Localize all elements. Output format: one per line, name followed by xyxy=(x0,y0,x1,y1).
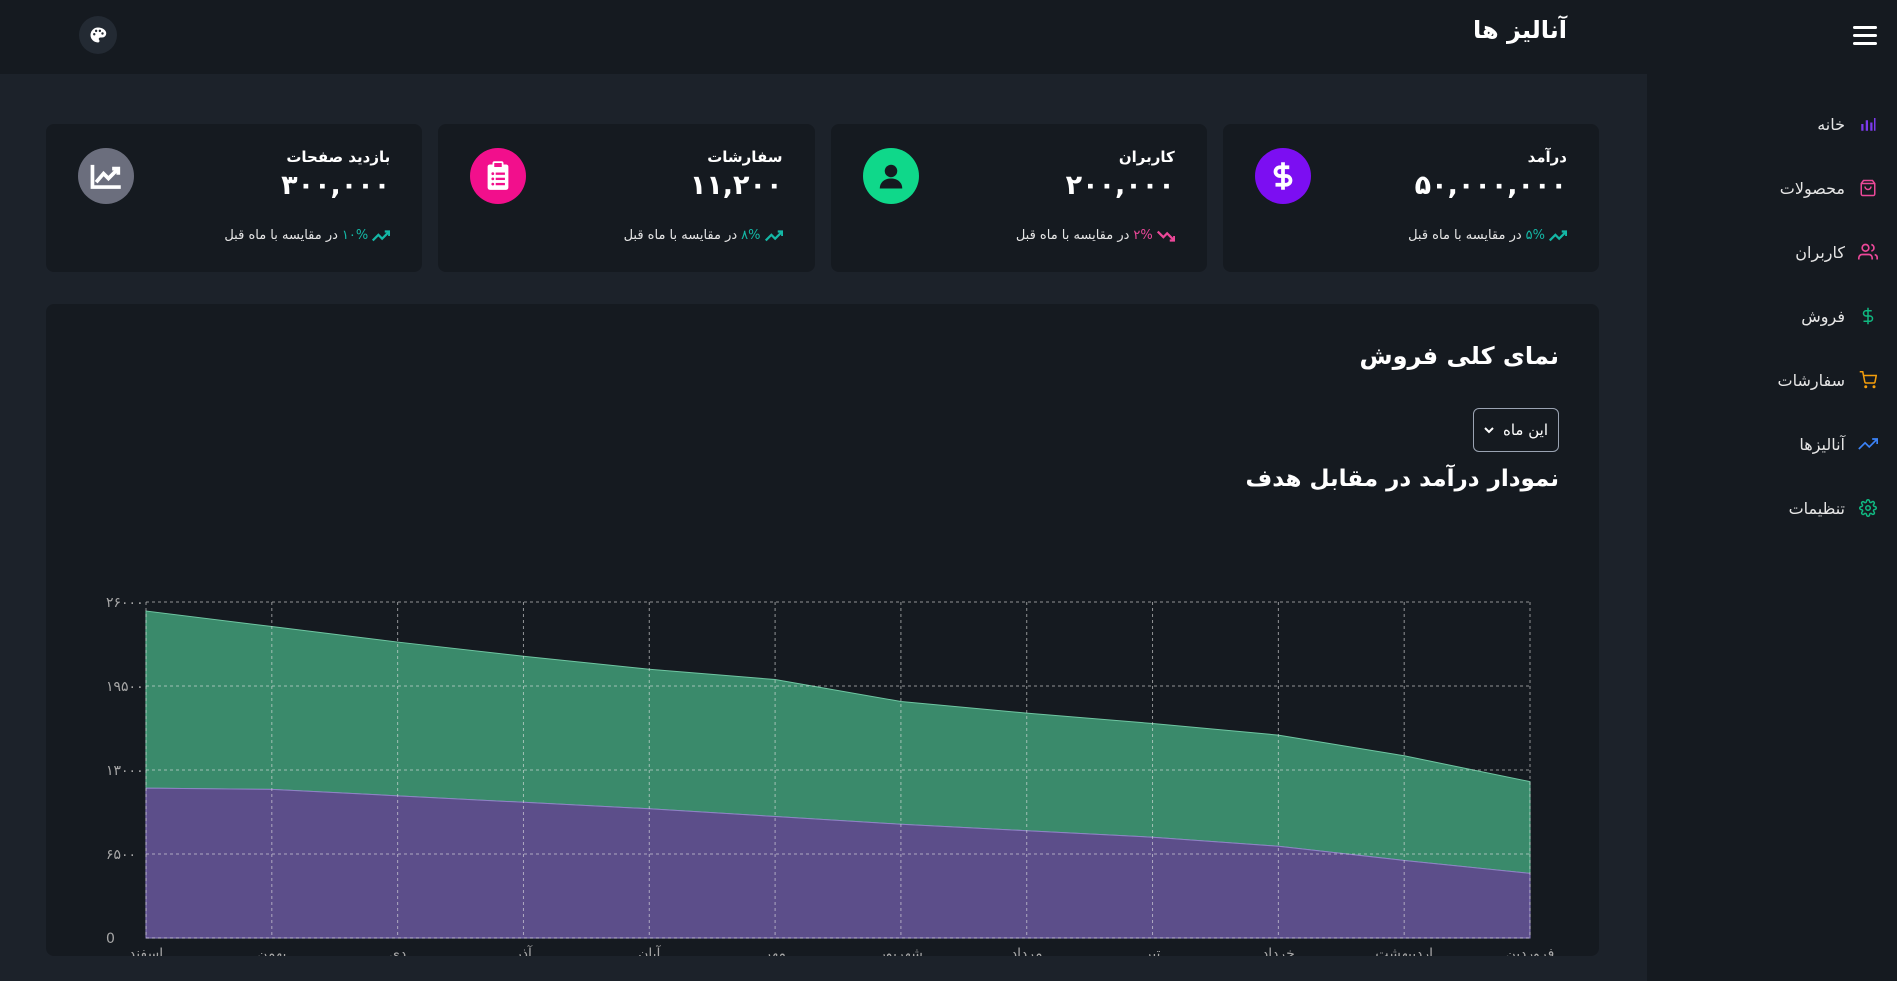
x-tick-label: آبان xyxy=(638,945,661,956)
x-tick-label: آذر xyxy=(514,945,533,956)
stat-cards: درآمد ۵۰,۰۰۰,۰۰۰ ۵% در مقایسه با ماه قبل… xyxy=(46,124,1599,272)
sidebar-item-label: آنالیزها xyxy=(1799,434,1845,454)
bar-chart-icon xyxy=(1857,113,1879,135)
card-value: ۵۰,۰۰۰,۰۰۰ xyxy=(1414,170,1567,201)
sales-overview-panel: نمای کلی فروش این ماه نمودار درآمد در مق… xyxy=(46,304,1599,956)
x-tick-label: مرداد xyxy=(1011,946,1043,956)
sidebar-item-label: خانه xyxy=(1817,114,1845,134)
sidebar-item-users[interactable]: کاربران xyxy=(1647,220,1897,284)
y-tick-label: ۶۵۰۰ xyxy=(106,847,136,863)
card-value: ۳۰۰,۰۰۰ xyxy=(281,170,391,201)
card-percent: ۲% xyxy=(1133,228,1153,243)
card-title: بازدید صفحات xyxy=(286,148,391,166)
shopping-bag-icon xyxy=(1857,177,1879,199)
hamburger-line xyxy=(1853,26,1877,29)
app-root: آنالیز ها خانه محصولات کاربران فروش سفار… xyxy=(0,0,1897,981)
x-tick-label: شهریور xyxy=(878,946,923,956)
main-content: درآمد ۵۰,۰۰۰,۰۰۰ ۵% در مقایسه با ماه قبل… xyxy=(0,76,1647,981)
sidebar-item-sales[interactable]: فروش xyxy=(1647,284,1897,348)
sidebar-item-products[interactable]: محصولات xyxy=(1647,156,1897,220)
y-tick-label: ۲۶۰۰۰ xyxy=(106,595,144,611)
x-tick-label: تیر xyxy=(1144,946,1161,956)
card-title: سفارشات xyxy=(707,148,783,166)
stat-card-orders: سفارشات ۱۱,۲۰۰ ۸% در مقایسه با ماه قبل xyxy=(438,124,815,272)
menu-toggle-button[interactable] xyxy=(1853,26,1877,46)
card-title: کاربران xyxy=(1118,148,1175,166)
hamburger-line xyxy=(1853,42,1877,45)
sidebar-item-orders[interactable]: سفارشات xyxy=(1647,348,1897,412)
sidebar-item-label: کاربران xyxy=(1795,242,1845,262)
sidebar-item-analytics[interactable]: آنالیزها xyxy=(1647,412,1897,476)
card-percent: ۱۰% xyxy=(341,228,369,243)
header: آنالیز ها xyxy=(0,0,1647,74)
stat-card-revenue: درآمد ۵۰,۰۰۰,۰۰۰ ۵% در مقایسه با ماه قبل xyxy=(1222,124,1599,272)
card-compare-text: در مقایسه با ماه قبل xyxy=(1015,228,1130,243)
trending-down-icon xyxy=(1156,230,1175,242)
dollar-icon xyxy=(1254,148,1311,204)
page-title: آنالیز ها xyxy=(1473,16,1567,44)
stat-card-page-views: بازدید صفحات ۳۰۰,۰۰۰ ۱۰% در مقایسه با ما… xyxy=(46,124,423,272)
card-percent: ۸% xyxy=(741,228,761,243)
theme-toggle-button[interactable] xyxy=(79,16,117,54)
card-compare: ۸% در مقایسه با ماه قبل xyxy=(624,228,783,243)
palette-icon xyxy=(90,27,107,43)
sidebar-item-settings[interactable]: تنظیمات xyxy=(1647,476,1897,540)
area-chart: 0 ۶۵۰۰ ۱۳۰۰۰ ۱۹۵۰۰ ۲۶۰۰۰ فروردین اردیبهشت خرداد… xyxy=(106,595,1555,956)
trending-up-icon xyxy=(1857,433,1879,455)
chart-icon xyxy=(78,148,134,204)
x-tick-label: دی xyxy=(389,946,406,956)
sidebar: خانه محصولات کاربران فروش سفارشات آنالیز… xyxy=(1647,0,1897,981)
card-compare-text: در مقایسه با ماه قبل xyxy=(623,228,738,243)
sidebar-item-label: تنظیمات xyxy=(1788,498,1845,518)
x-tick-label: فروردین xyxy=(1506,946,1555,956)
x-tick-label: اسفند xyxy=(129,946,163,956)
y-tick-label: 0 xyxy=(106,931,115,947)
hamburger-line xyxy=(1853,34,1877,37)
cart-icon xyxy=(1857,369,1879,391)
clipboard-icon xyxy=(470,148,527,204)
card-compare-text: در مقایسه با ماه قبل xyxy=(1408,228,1522,243)
gear-icon xyxy=(1857,497,1879,519)
sidebar-item-home[interactable]: خانه xyxy=(1647,92,1897,156)
x-tick-label: خرداد xyxy=(1262,946,1295,956)
y-tick-label: ۱۹۵۰۰ xyxy=(106,679,144,695)
card-title: درآمد xyxy=(1527,148,1567,166)
trending-up-icon xyxy=(764,229,783,241)
x-tick-label: مهر xyxy=(763,946,786,956)
y-tick-label: ۱۳۰۰۰ xyxy=(106,763,144,779)
user-icon xyxy=(862,148,919,204)
card-compare: ۵% در مقایسه با ماه قبل xyxy=(1408,228,1567,243)
x-tick-label: بهمن xyxy=(257,946,286,956)
card-percent: ۵% xyxy=(1525,228,1545,243)
sidebar-item-label: فروش xyxy=(1801,306,1845,326)
card-compare-text: در مقایسه با ماه قبل xyxy=(224,228,338,243)
card-value: ۲۰۰,۰۰۰ xyxy=(1065,170,1175,201)
trending-up-icon xyxy=(372,229,391,241)
sidebar-nav: خانه محصولات کاربران فروش سفارشات آنالیز… xyxy=(1647,92,1897,540)
sidebar-item-label: سفارشات xyxy=(1777,370,1845,390)
card-value: ۱۱,۲۰۰ xyxy=(689,170,783,201)
dollar-icon xyxy=(1857,305,1879,327)
sidebar-item-label: محصولات xyxy=(1779,178,1845,198)
x-tick-label: اردیبهشت xyxy=(1375,946,1433,956)
card-compare: ۲% در مقایسه با ماه قبل xyxy=(1016,228,1175,243)
card-compare: ۱۰% در مقایسه با ماه قبل xyxy=(224,228,391,243)
users-icon xyxy=(1857,241,1879,263)
trending-up-icon xyxy=(1549,229,1567,241)
stat-card-users: کاربران ۲۰۰,۰۰۰ ۲% در مقایسه با ماه قبل xyxy=(830,124,1207,272)
